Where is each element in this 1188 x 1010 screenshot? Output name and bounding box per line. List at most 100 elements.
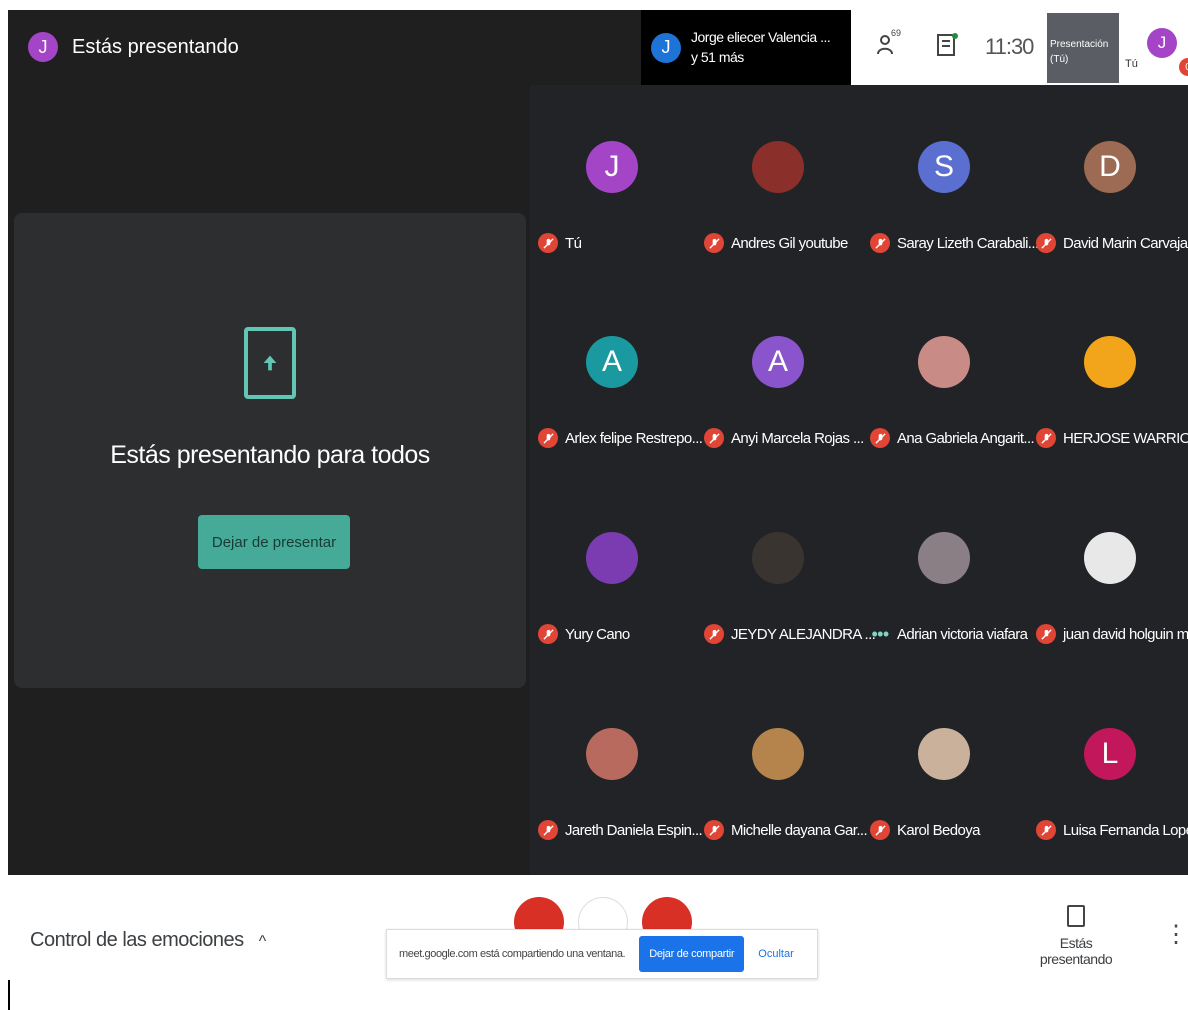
participant-name-row: Ana Gabriela Angarit... <box>870 428 1035 448</box>
self-avatar[interactable]: J <box>1147 28 1177 58</box>
self-label: Tú <box>1125 58 1138 70</box>
participant-name: Arlex felipe Restrepo... <box>565 429 703 447</box>
participant-avatar <box>918 728 970 780</box>
participant-avatar <box>1084 532 1136 584</box>
presenting-header: J Estás presentando <box>28 32 239 62</box>
stop-presenting-button[interactable]: Dejar de presentar <box>198 515 350 569</box>
participant-name: Ana Gabriela Angarit... <box>897 429 1035 447</box>
participant-tile[interactable]: HERJOSE WARRIOR <box>1028 280 1188 475</box>
participant-name-row: Tú <box>538 233 582 253</box>
participant-avatar <box>918 532 970 584</box>
speaker-avatar: J <box>651 32 681 63</box>
self-presentation-thumbnail[interactable]: Presentación (Tú) <box>1047 13 1119 83</box>
mic-off-icon <box>538 820 558 840</box>
speaker-others: y 51 más <box>691 48 744 65</box>
mic-off-icon <box>1036 624 1056 644</box>
participant-avatar <box>1084 336 1136 388</box>
mic-off-icon <box>704 624 724 644</box>
participant-tile[interactable]: S Saray Lizeth Carabali... <box>862 85 1039 280</box>
participant-name: Anyi Marcela Rojas ... <box>731 429 864 447</box>
participant-name: Adrian victoria viafara <box>897 626 1028 643</box>
presenting-button[interactable]: Estás presentando <box>1026 905 1126 967</box>
user-avatar[interactable]: J <box>28 32 58 62</box>
participant-name: Tú <box>565 234 582 252</box>
presenting-label: Estás presentando <box>72 35 239 58</box>
meeting-name: Control de las emociones <box>30 929 244 951</box>
participant-name: David Marin Carvajal <box>1063 234 1188 252</box>
participant-name: Saray Lizeth Carabali... <box>897 234 1039 252</box>
mic-off-icon <box>870 428 890 448</box>
participant-tile[interactable]: L Luisa Fernanda Lope... <box>1028 672 1188 867</box>
participant-name: HERJOSE WARRIOR <box>1063 429 1188 447</box>
present-screen-icon <box>1067 905 1085 927</box>
participant-avatar <box>752 141 804 193</box>
participant-name-row: David Marin Carvajal <box>1036 233 1188 253</box>
participant-tile[interactable]: J Tú <box>530 85 696 280</box>
participant-tile[interactable]: ••• Adrian victoria viafara <box>862 476 1028 671</box>
participant-name: Andres Gil youtube <box>731 234 848 252</box>
stop-sharing-button[interactable]: Dejar de compartir <box>639 936 745 972</box>
participant-avatar <box>586 532 638 584</box>
mic-off-icon <box>1036 233 1056 253</box>
participant-avatar: S <box>918 141 970 193</box>
chat-icon[interactable] <box>935 32 959 63</box>
bottom-bar: Control de las emociones ^ meet.google.c… <box>8 875 1188 980</box>
participant-avatar: L <box>1084 728 1136 780</box>
participant-tile[interactable]: D David Marin Carvajal <box>1028 85 1188 280</box>
sharing-notification-bar: meet.google.com está compartiendo una ve… <box>386 929 818 979</box>
sharing-message: meet.google.com está compartiendo una ve… <box>399 948 626 960</box>
mic-off-icon <box>704 233 724 253</box>
meeting-details-toggle[interactable]: Control de las emociones ^ <box>30 929 266 952</box>
participant-tile[interactable]: juan david holguin m... <box>1028 476 1188 671</box>
clock: 11:30 <box>985 34 1034 59</box>
participant-tile[interactable]: A Anyi Marcela Rojas ... <box>696 280 864 475</box>
active-speaker-chip[interactable]: J Jorge eliecer Valencia ... y 51 más <box>641 10 851 85</box>
participant-tile[interactable]: Yury Cano <box>530 476 696 671</box>
mic-off-icon <box>538 624 558 644</box>
participant-avatar: A <box>586 336 638 388</box>
mic-muted-badge: 0 <box>1179 58 1188 76</box>
people-icon[interactable]: 69 <box>875 28 901 63</box>
participant-name: juan david holguin m... <box>1063 625 1188 643</box>
participant-name-row: ••• Adrian victoria viafara <box>870 624 1028 645</box>
participant-name-row: Michelle dayana Gar... <box>704 820 868 840</box>
participant-name-row: Jareth Daniela Espin... <box>538 820 703 840</box>
participant-tile[interactable]: Jareth Daniela Espin... <box>530 672 703 867</box>
participant-name-row: HERJOSE WARRIOR <box>1036 428 1188 448</box>
mic-off-icon <box>870 820 890 840</box>
chevron-up-icon: ^ <box>258 933 267 950</box>
presenting-button-label: Estás presentando <box>1039 935 1113 967</box>
participant-tile[interactable]: Andres Gil youtube <box>696 85 862 280</box>
participant-name: Luisa Fernanda Lope... <box>1063 821 1188 839</box>
participant-name-row: Anyi Marcela Rojas ... <box>704 428 864 448</box>
more-options-icon[interactable]: ⋮ <box>1164 923 1188 947</box>
participant-avatar: J <box>586 141 638 193</box>
hide-button[interactable]: Ocultar <box>758 948 793 960</box>
mic-off-icon <box>538 428 558 448</box>
participant-avatar <box>752 728 804 780</box>
mic-off-icon <box>1036 820 1056 840</box>
mic-off-icon <box>870 233 890 253</box>
present-upload-icon <box>244 327 296 399</box>
participant-name-row: Karol Bedoya <box>870 820 980 840</box>
participant-name-row: Yury Cano <box>538 624 630 644</box>
participant-name-row: juan david holguin m... <box>1036 624 1188 644</box>
participant-tile[interactable]: Michelle dayana Gar... <box>696 672 868 867</box>
participant-avatar: A <box>752 336 804 388</box>
participant-name: JEYDY ALEJANDRA ... <box>731 625 876 643</box>
participant-tile[interactable]: JEYDY ALEJANDRA ... <box>696 476 876 671</box>
meet-window: J Estás presentando Estás presentando pa… <box>8 10 1188 875</box>
mic-off-icon <box>1036 428 1056 448</box>
participant-name-row: Luisa Fernanda Lope... <box>1036 820 1188 840</box>
participant-tile[interactable]: Karol Bedoya <box>862 672 1028 867</box>
participant-name-row: Andres Gil youtube <box>704 233 848 253</box>
speaking-dots-icon: ••• <box>871 624 889 644</box>
mic-off-icon <box>704 428 724 448</box>
participant-tile[interactable]: Ana Gabriela Angarit... <box>862 280 1035 475</box>
participant-tile[interactable]: A Arlex felipe Restrepo... <box>530 280 703 475</box>
participant-avatar <box>918 336 970 388</box>
participant-name-row: Arlex felipe Restrepo... <box>538 428 703 448</box>
participant-name-row: Saray Lizeth Carabali... <box>870 233 1039 253</box>
participant-name: Karol Bedoya <box>897 821 980 839</box>
speaker-name: Jorge eliecer Valencia ... <box>691 28 831 45</box>
